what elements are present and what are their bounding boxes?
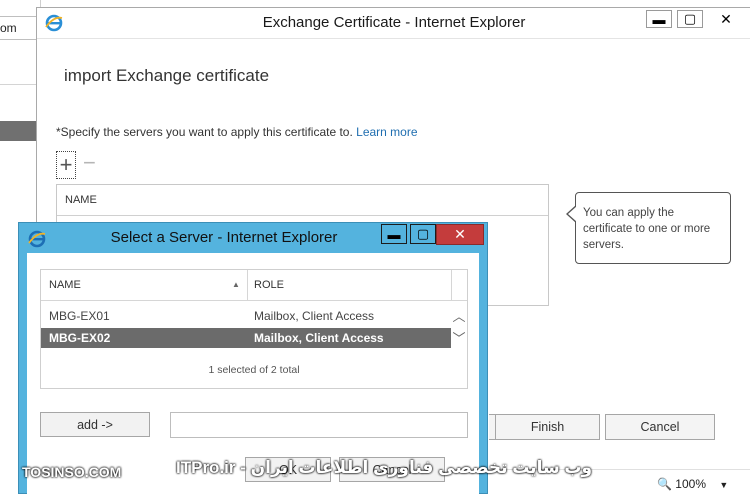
zoom-level: 100% (675, 477, 706, 491)
background-divider (0, 84, 38, 85)
maximize-button[interactable]: ▢ (677, 10, 703, 28)
scroll-up-icon[interactable]: ︿ (451, 306, 467, 325)
server-name-cell: MBG-EX02 (49, 331, 111, 345)
column-header-name[interactable]: NAME (49, 279, 81, 291)
finish-button[interactable]: Finish (495, 414, 600, 440)
page-title: import Exchange certificate (64, 66, 270, 85)
background-address-bar[interactable]: om (0, 16, 39, 40)
sort-ascending-icon: ▲ (232, 280, 240, 289)
dialog-minimize-button[interactable]: ▬ (381, 224, 407, 244)
main-titlebar: Exchange Certificate - Internet Explorer… (37, 8, 750, 39)
add-button[interactable]: add -> (40, 412, 150, 437)
close-button[interactable]: ✕ (704, 10, 748, 28)
instruction-text: *Specify the servers you want to apply t… (56, 125, 418, 139)
magnifier-icon: 🔍 (657, 477, 672, 491)
servers-table-header-name: NAME (57, 185, 548, 216)
column-header-role[interactable]: ROLE (254, 279, 284, 291)
zoom-control[interactable]: 🔍 100% ▼ (657, 477, 728, 491)
instruction-label: *Specify the servers you want to apply t… (56, 125, 353, 139)
watermark-left: TOSINSO.COM (22, 464, 122, 480)
server-list-header: NAME ▲ ROLE (41, 270, 467, 301)
server-name-cell: MBG-EX01 (49, 309, 110, 323)
server-role-cell: Mailbox, Client Access (254, 309, 375, 323)
selection-count: 1 selected of 2 total (208, 364, 300, 376)
dialog-close-button[interactable]: ✕ (436, 224, 484, 245)
watermark-right: ITPro.ir - وب سایت تخصصی فناوری اطلاعات … (176, 458, 593, 477)
main-window-title: Exchange Certificate - Internet Explorer (262, 14, 526, 31)
minimize-button[interactable]: ▬ (646, 10, 672, 28)
table-row[interactable]: MBG-EX01 Mailbox, Client Access (41, 306, 451, 326)
help-tooltip: You can apply the certificate to one or … (566, 192, 731, 264)
server-role-cell: Mailbox, Client Access (254, 331, 384, 345)
scroll-down-icon[interactable]: ﹀ (451, 328, 467, 347)
server-list: NAME ▲ ROLE MBG-EX01 Mailbox, Client Acc… (40, 269, 468, 389)
chevron-down-icon: ▼ (719, 480, 729, 490)
table-row-selected[interactable]: MBG-EX02 Mailbox, Client Access (41, 328, 451, 348)
column-divider (247, 270, 248, 300)
dialog-maximize-button[interactable]: ▢ (410, 224, 436, 244)
remove-server-button[interactable]: − (83, 152, 101, 174)
select-server-dialog: Select a Server - Internet Explorer ▬ ▢ … (18, 222, 488, 495)
column-divider (451, 270, 452, 300)
learn-more-link[interactable]: Learn more (356, 125, 417, 139)
dialog-title: Select a Server - Internet Explorer (110, 229, 338, 246)
add-server-button[interactable]: + (56, 151, 76, 179)
background-selected-bar (0, 121, 38, 141)
cancel-button[interactable]: Cancel (605, 414, 715, 440)
selected-servers-field[interactable] (170, 412, 468, 438)
